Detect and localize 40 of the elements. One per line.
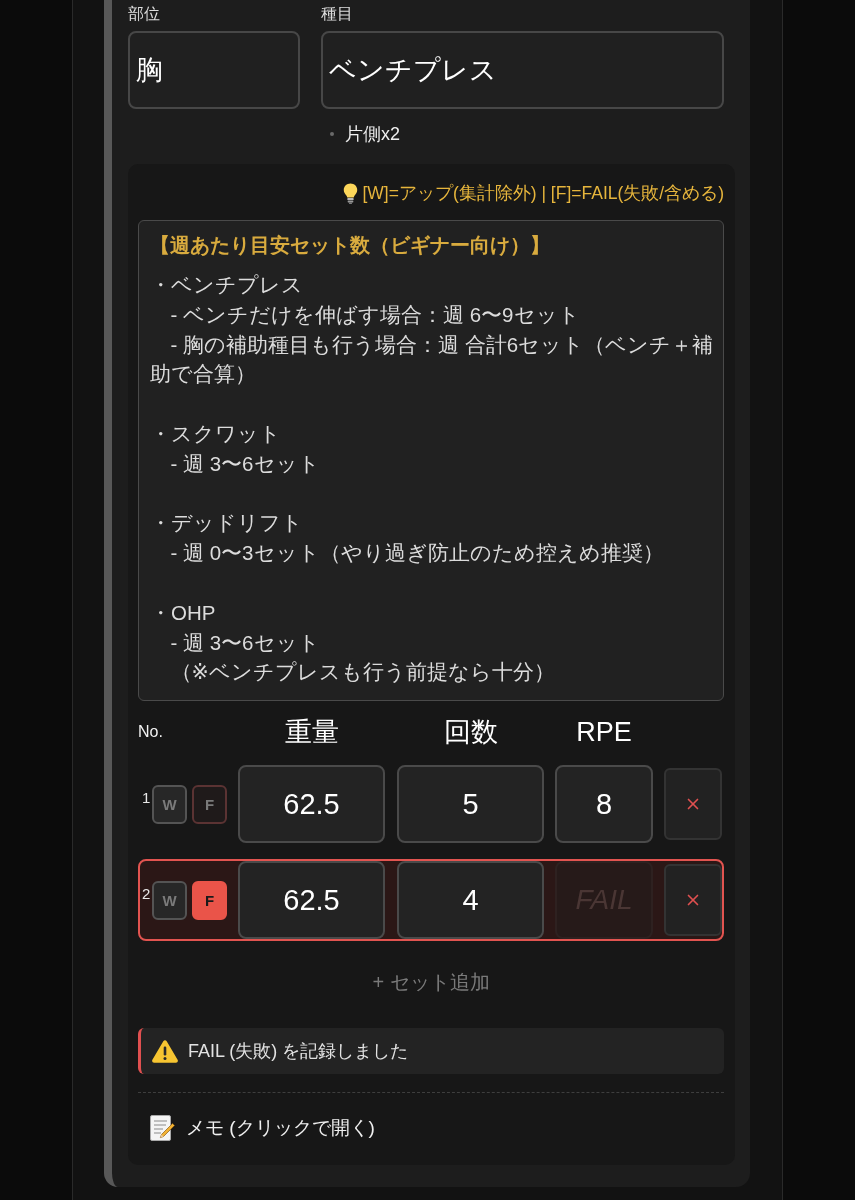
column-header: 回数 <box>443 716 498 750</box>
column-header: No. <box>138 723 164 742</box>
add-set-button[interactable]: + セット追加 <box>362 962 500 1003</box>
fail-toggle[interactable]: F <box>192 880 227 920</box>
reps-input[interactable]: 5 <box>397 765 544 844</box>
guide-item: - 胸の補助種目も行う場合：週 合計6セット（ベンチ＋補助で合算） <box>150 331 715 388</box>
guide-title: 【週あたり目安セット数（ビギナー向け）】 <box>150 233 550 258</box>
guide-heading: ・OHP <box>150 599 217 626</box>
weight-input[interactable]: 62.5 <box>238 765 385 844</box>
guide-heading: ・デッドリフト <box>150 510 304 537</box>
body-part-field[interactable]: 胸 <box>128 31 300 109</box>
light-bulb-icon <box>343 182 359 204</box>
column-header: 重量 <box>284 716 339 750</box>
memo-pencil-icon <box>150 1115 175 1142</box>
memo-label: メモ (クリックで開く) <box>186 1116 375 1141</box>
column-header: RPE <box>576 716 632 750</box>
exercise-note: 片側x2 <box>345 123 400 145</box>
warning-icon <box>152 1039 178 1063</box>
guide-heading: ・ベンチプレス <box>150 272 304 298</box>
delete-set-button[interactable] <box>664 768 722 841</box>
field-label: 部位 <box>128 4 161 24</box>
alert-text: FAIL (失敗) を記録しました <box>188 1040 409 1064</box>
exercise-field[interactable]: ベンチプレス <box>321 31 724 109</box>
set-number: 2 <box>142 884 152 902</box>
guide-item: - 週 0〜3セット（やり過ぎ防止のため控えめ推奨） <box>169 540 665 567</box>
bullet-icon <box>330 132 334 136</box>
memo-toggle[interactable]: メモ (クリックで開く) <box>150 1115 375 1142</box>
guide-item: - ベンチだけを伸ばす場合：週 6〜9セット <box>169 301 581 328</box>
hint-text: [W]=アップ(集計除外) | [F]=FAIL(失敗/含める) <box>362 182 724 204</box>
guide-item: - 週 3〜6セット <box>169 629 321 656</box>
guide-heading: ・スクワット <box>150 421 282 447</box>
delete-set-button[interactable] <box>664 864 722 937</box>
set-number: 1 <box>142 788 152 806</box>
reps-input[interactable]: 4 <box>397 861 544 940</box>
guide-item: - 週 3〜6セット <box>169 450 321 477</box>
field-label: 種目 <box>321 4 354 24</box>
rpe-input[interactable]: 8 <box>555 765 653 844</box>
fail-toggle[interactable]: F <box>192 784 227 824</box>
weight-input[interactable]: 62.5 <box>238 861 385 940</box>
guide-item: （※ベンチプレスも行う前提なら十分） <box>169 659 556 686</box>
